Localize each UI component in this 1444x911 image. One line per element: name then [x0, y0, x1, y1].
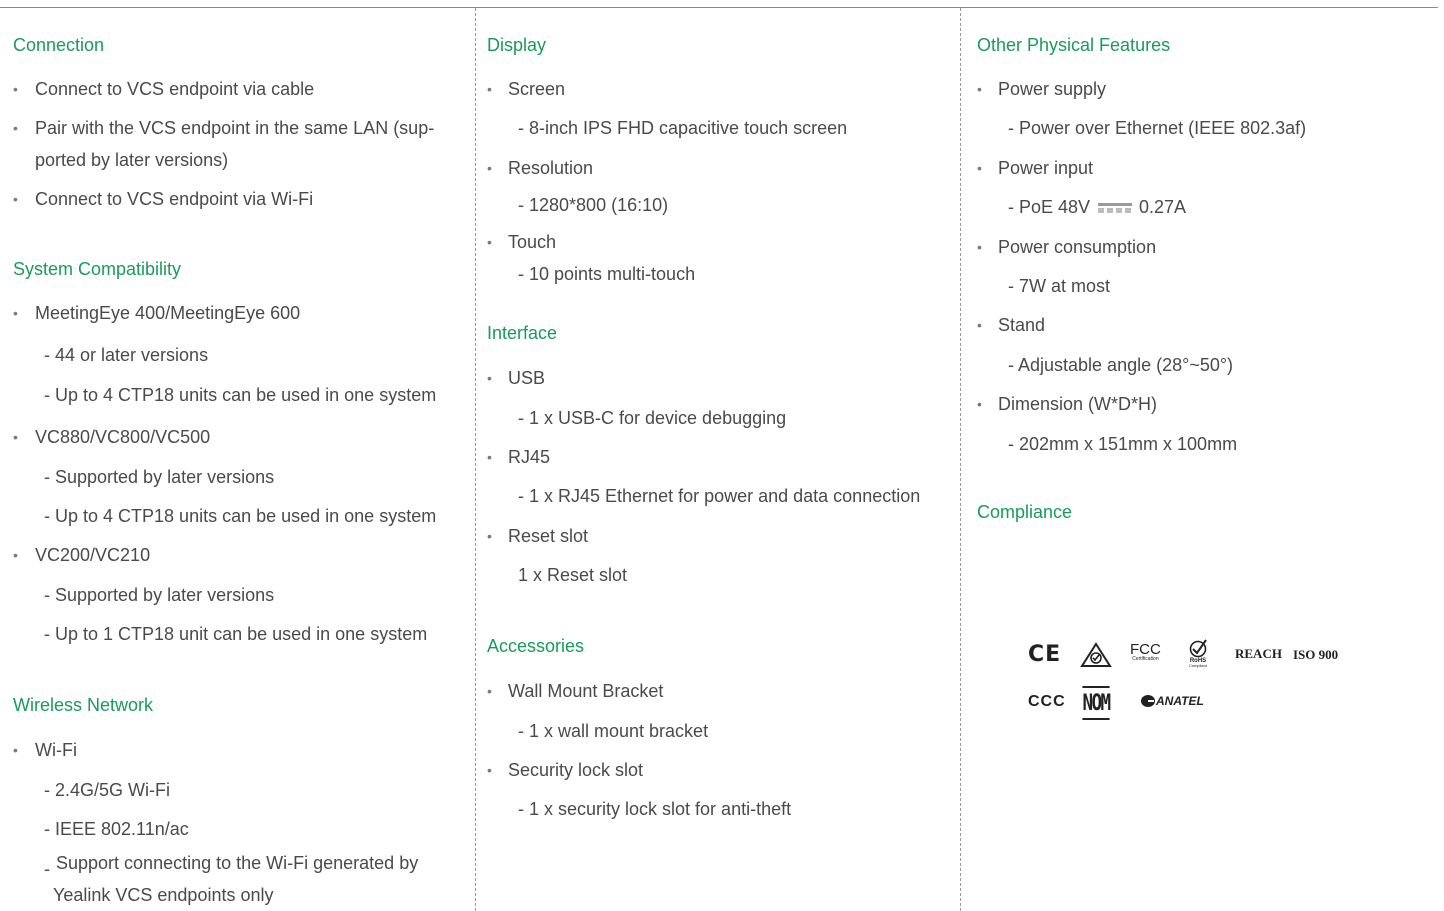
fcc-logo-subtext: Certification: [1132, 656, 1159, 662]
list-item: Reset slot: [508, 526, 589, 546]
top-divider: [0, 7, 1438, 8]
dc-symbol-icon: [1098, 203, 1132, 213]
iso-logo-icon: ISO 900: [1293, 647, 1339, 662]
bullet-dot: •: [487, 81, 492, 97]
list-item: Pair with the VCS endpoint in the same L…: [35, 118, 435, 138]
list-item: Connect to VCS endpoint via cable: [35, 79, 315, 99]
compliance-logos: CE FCC Certification RoHS Compliant REAC…: [1018, 628, 1378, 728]
column-divider-1: [475, 8, 476, 911]
heading-interface: Interface: [487, 323, 558, 343]
sub-item: 1 x Reset slot: [518, 565, 628, 585]
list-item: Dimension (W*D*H): [998, 394, 1158, 414]
heading-connection: Connection: [13, 35, 105, 55]
sub-item: - 2.4G/5G Wi-Fi: [44, 780, 171, 800]
list-item: Connect to VCS endpoint via Wi-Fi: [35, 189, 314, 209]
list-item-continuation: ported by later versions): [35, 150, 229, 170]
bullet-dot: •: [13, 429, 18, 445]
sub-item: - 202mm x 151mm x 100mm: [1008, 434, 1238, 454]
list-item: Security lock slot: [508, 760, 644, 780]
sub-item: - Power over Ethernet (IEEE 802.3af): [1008, 118, 1307, 138]
list-item: VC200/VC210: [35, 545, 151, 565]
fcc-logo-icon: FCC Certification: [1130, 642, 1161, 662]
list-item: Resolution: [508, 158, 594, 178]
list-item: Wi-Fi: [35, 740, 77, 760]
heading-other-physical-features: Other Physical Features: [977, 35, 1171, 55]
ccc-logo-icon: CCC: [1028, 693, 1066, 710]
bullet-dot: •: [487, 449, 492, 465]
heading-wireless-network: Wireless Network: [13, 695, 154, 715]
sub-item: - 1 x USB-C for device debugging: [518, 408, 787, 428]
bullet-dot: •: [13, 81, 18, 97]
bullet-dot: •: [487, 762, 492, 778]
list-item: MeetingEye 400/MeetingEye 600: [35, 303, 301, 323]
bullet-dot: •: [13, 547, 18, 563]
sub-item: - 7W at most: [1008, 276, 1111, 296]
bullet-dot: •: [977, 396, 982, 412]
bullet-dot: •: [977, 81, 982, 97]
bullet-dot: •: [977, 160, 982, 176]
sub-item: - 1 x security lock slot for anti-theft: [518, 799, 792, 819]
rohs-logo-subtext: Compliant: [1188, 663, 1207, 668]
sub-item: - 1 x wall mount bracket: [518, 721, 709, 741]
sub-item: - IEEE 802.11n/ac: [44, 819, 189, 839]
list-item: Screen: [508, 79, 566, 99]
bullet-dot: •: [977, 239, 982, 255]
sub-item: - PoE 48V: [1008, 197, 1091, 217]
list-item: RJ45: [508, 447, 551, 467]
list-item: Wall Mount Bracket: [508, 681, 664, 701]
rohs-logo-icon: RoHS Compliant: [1188, 638, 1208, 668]
anatel-logo-icon: ANATEL: [1140, 694, 1204, 708]
list-item: Power supply: [998, 79, 1107, 99]
sub-item: 0.27A: [1139, 197, 1187, 217]
sub-item: - 1 x RJ45 Ethernet for power and data c…: [518, 486, 921, 506]
rohs-check-icon: [1189, 639, 1207, 658]
fcc-logo-text: FCC: [1130, 641, 1161, 658]
nom-logo-icon: NOM: [1082, 686, 1111, 720]
rcm-logo-icon: [1080, 642, 1112, 667]
sub-item: - Adjustable angle (28°~50°): [1008, 355, 1234, 375]
sub-item: - 44 or later versions: [44, 345, 209, 365]
sub-item: Support connecting to the Wi-Fi generate…: [56, 853, 419, 873]
heading-compliance: Compliance: [977, 502, 1073, 522]
sub-item: - Up to 4 CTP18 units can be used in one…: [44, 385, 437, 405]
bullet-dot: •: [13, 305, 18, 321]
sub-item: - Up to 4 CTP18 units can be used in one…: [44, 506, 437, 526]
sub-item: - 1280*800 (16:10): [518, 195, 669, 215]
list-item: Power input: [998, 158, 1094, 178]
bullet-dot: •: [13, 120, 18, 136]
bullet-dot: •: [487, 234, 492, 250]
sub-item: - 10 points multi-touch: [518, 264, 696, 284]
bullet-dot: •: [487, 683, 492, 699]
sub-item: - Supported by later versions: [44, 467, 275, 487]
reach-logo-icon: REACH: [1235, 646, 1282, 661]
ce-logo-icon: CE: [1028, 642, 1062, 667]
heading-system-compatibility: System Compatibility: [13, 259, 182, 279]
sub-item: - 8-inch IPS FHD capacitive touch screen: [518, 118, 848, 138]
bullet-dot: •: [487, 528, 492, 544]
column-divider-2: [960, 8, 961, 911]
heading-accessories: Accessories: [487, 636, 585, 656]
sub-item-continuation: Yealink VCS endpoints only: [53, 885, 274, 905]
bullet-dot: •: [13, 191, 18, 207]
bullet-dot: •: [977, 317, 982, 333]
list-item: VC880/VC800/VC500: [35, 427, 211, 447]
anatel-logo-text: ANATEL: [1156, 694, 1204, 708]
sub-item-dash: -: [44, 859, 50, 879]
list-item: Power consumption: [998, 237, 1157, 257]
sub-item: - Up to 1 CTP18 unit can be used in one …: [44, 624, 428, 644]
anatel-mark-icon: [1141, 695, 1155, 707]
bullet-dot: •: [487, 370, 492, 386]
list-item: Stand: [998, 315, 1046, 335]
list-item: USB: [508, 368, 546, 388]
bullet-dot: •: [487, 160, 492, 176]
bullet-dot: •: [13, 742, 18, 758]
sub-item: - Supported by later versions: [44, 585, 275, 605]
heading-display: Display: [487, 35, 547, 55]
list-item: Touch: [508, 232, 557, 252]
